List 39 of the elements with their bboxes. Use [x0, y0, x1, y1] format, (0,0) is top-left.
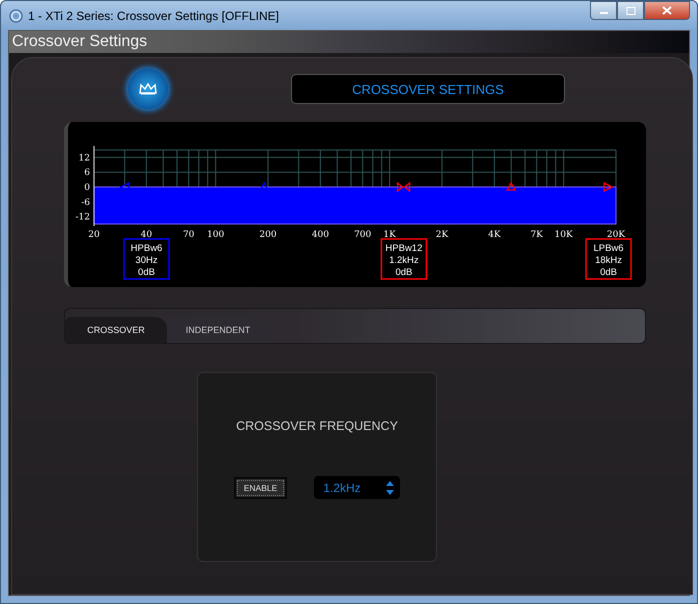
x-tick-label: 200 [259, 230, 277, 240]
close-button[interactable] [644, 1, 690, 20]
x-tick-label: 700 [354, 230, 372, 240]
x-tick-label: 2K [436, 230, 448, 240]
filter-label[interactable]: HPBw12 1.2kHz 0dB [380, 238, 428, 280]
filter-label[interactable]: HPBw6 30Hz 0dB [123, 238, 170, 280]
filter-marker-icon[interactable] [396, 182, 410, 192]
filter-marker-icon[interactable] [604, 182, 614, 192]
x-tick-label: 20K [606, 230, 626, 240]
maximize-button[interactable] [617, 1, 644, 20]
crown-logo-icon [128, 69, 168, 109]
y-tick-label: 6 [84, 168, 90, 178]
header-title: Crossover Settings [12, 33, 148, 51]
tab[interactable]: CROSSOVER [65, 317, 167, 343]
x-tick-label: 100 [207, 230, 224, 240]
x-tick-label: 40 [140, 230, 152, 240]
filter-label[interactable]: LPBw6 18kHz 0dB [585, 238, 632, 280]
minimize-button[interactable] [590, 1, 617, 20]
card-title: CROSSOVER FREQUENCY [236, 419, 398, 433]
x-tick-label: 10K [554, 230, 573, 240]
x-tick-label: 7K [530, 230, 543, 240]
enable-button[interactable]: ENABLE [234, 476, 288, 498]
filter-marker-icon[interactable] [506, 182, 516, 191]
y-tick-label: -12 [76, 212, 90, 223]
frequency-spinner[interactable]: 1.2kHz [314, 476, 400, 499]
x-tick-label: 70 [182, 230, 194, 240]
display-title: CROSSOVER SETTINGS [291, 74, 565, 104]
spinner-arrows-icon[interactable] [386, 480, 394, 496]
x-tick-label: 20 [88, 230, 100, 240]
maximize-icon [626, 6, 636, 14]
x-tick-label: 4K [488, 230, 501, 240]
y-tick-label: 12 [78, 153, 90, 164]
close-icon [662, 6, 672, 15]
app-icon [9, 8, 23, 22]
window-title: 1 - XTi 2 Series: Crossover Settings [OFFLINE] [28, 8, 279, 22]
x-tick-label: 1K [383, 230, 396, 240]
x-tick-label: 400 [312, 230, 329, 240]
y-tick-label: 0 [84, 183, 90, 193]
y-tick-label: -6 [81, 198, 90, 208]
